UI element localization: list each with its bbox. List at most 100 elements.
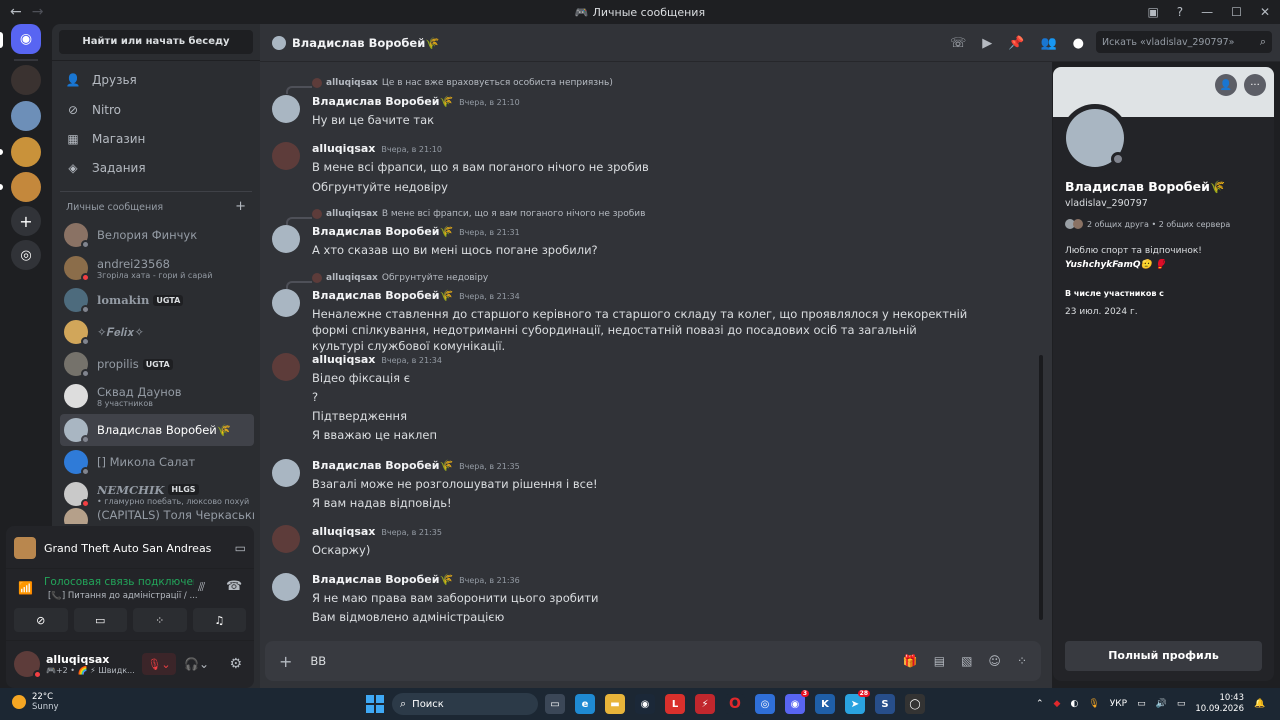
apps-icon[interactable]: ⁘ <box>1017 654 1027 668</box>
message-input[interactable]: ВВ <box>310 654 326 668</box>
avatar[interactable] <box>272 353 300 381</box>
add-friends-icon[interactable]: 👥 <box>1040 36 1056 51</box>
server-icon-3[interactable] <box>11 137 41 167</box>
tray-app-icon[interactable]: ◐ <box>1070 699 1078 709</box>
chat-scrollbar[interactable] <box>1039 355 1043 620</box>
avatar[interactable] <box>272 573 300 601</box>
mute-button[interactable]: 🎙⌄ <box>142 653 176 675</box>
help-icon[interactable]: ? <box>1177 5 1183 19</box>
recipient-name[interactable]: Владислав Воробей🌾 <box>292 36 440 50</box>
edge-icon[interactable]: e <box>575 694 595 714</box>
pin-icon[interactable]: 📌 <box>1008 36 1024 51</box>
server-icon-2[interactable] <box>11 101 41 131</box>
app-l-icon[interactable]: L <box>665 694 685 714</box>
discord-taskbar-icon[interactable]: ◉ 3 <box>785 690 809 714</box>
search-box[interactable]: Искать «vladislav_290797» ⌕ <box>1096 31 1272 53</box>
create-dm-icon[interactable]: + <box>235 200 246 213</box>
disconnect-icon[interactable]: ☎ <box>226 579 242 594</box>
minimize-button[interactable]: — <box>1201 5 1213 19</box>
nav-friends[interactable]: 👤 Друзья <box>60 66 252 94</box>
opera-icon[interactable]: O <box>725 694 745 714</box>
upload-icon[interactable]: + <box>279 652 292 671</box>
video-call-icon[interactable]: ▶ <box>982 36 992 51</box>
battery-icon[interactable]: ▭ <box>1177 699 1186 709</box>
gif-icon[interactable]: ▤ <box>934 654 945 668</box>
task-view-icon[interactable]: ▭ <box>545 694 565 714</box>
reply-preview[interactable]: alluqiqsax Це в нас вже враховується особ… <box>312 78 613 88</box>
screen-share-icon[interactable]: ▭ <box>235 541 246 555</box>
voice-channel[interactable]: [📞] Питання до адміністрації / ... <box>48 591 198 601</box>
avatar[interactable] <box>272 459 300 487</box>
dm-item[interactable]: ✧𝑭𝒆𝒍𝒊𝒙✧ <box>60 316 254 348</box>
back-arrow-icon[interactable]: ← <box>10 4 22 20</box>
dm-item[interactable]: [] Микола Салат <box>60 446 254 478</box>
settings-icon[interactable]: ⚙ <box>229 656 242 672</box>
avatar[interactable] <box>272 95 300 123</box>
add-server-icon[interactable]: + <box>11 206 41 236</box>
nav-shop[interactable]: ▦ Магазин <box>60 125 252 153</box>
more-options-icon[interactable]: ··· <box>1244 74 1266 96</box>
voice-status[interactable]: Голосовая связь подключена <box>44 576 194 588</box>
full-profile-button[interactable]: Полный профиль <box>1065 641 1262 671</box>
start-icon[interactable] <box>366 695 384 713</box>
camera-off-button[interactable]: ⊘ <box>14 608 68 632</box>
reply-preview[interactable]: alluqiqsax В мене всі фрапси, що я вам по… <box>312 209 645 219</box>
app-circle-icon[interactable]: ◎ <box>755 694 775 714</box>
find-conversation-button[interactable]: Найти или начать беседу <box>59 30 253 54</box>
app-bolt-icon[interactable]: ⚡ <box>695 694 715 714</box>
volume-icon[interactable]: 🔊 <box>1156 699 1167 709</box>
activities-button[interactable]: ⁘ <box>133 608 187 632</box>
sticker-icon[interactable]: ▧ <box>961 654 972 668</box>
search-input[interactable]: Искать «vladislav_290797» <box>1102 37 1234 48</box>
taskbar-search[interactable]: ⌕ Поиск <box>392 693 538 715</box>
user-profile-icon[interactable]: ● <box>1073 36 1084 51</box>
avatar[interactable] <box>272 289 300 317</box>
avatar[interactable] <box>272 142 300 170</box>
share-screen-button[interactable]: ▭ <box>73 608 127 632</box>
soundboard-button[interactable]: ♫ <box>192 608 246 632</box>
dm-item[interactable]: lomakin UGTA <box>60 284 254 316</box>
game-activity[interactable]: Grand Theft Auto San Andreas ▭ <box>14 532 246 564</box>
language-indicator[interactable]: УКР <box>1110 699 1127 709</box>
deafen-button[interactable]: 🎧⌄ <box>184 657 209 671</box>
avatar[interactable] <box>272 525 300 553</box>
emoji-icon[interactable]: ☺ <box>988 654 1001 668</box>
gift-icon[interactable]: 🎁 <box>903 654 918 668</box>
steam-icon[interactable]: ◉ <box>635 694 655 714</box>
tray-app-icon[interactable]: ◆ <box>1054 699 1061 709</box>
mutuals[interactable]: 2 общих друга • 2 общих сервера <box>1065 219 1230 229</box>
weather-widget[interactable]: 22°C Sunny <box>12 692 59 712</box>
server-icon-1[interactable] <box>11 65 41 95</box>
dm-item[interactable]: Сквад Даунов 8 участников <box>60 380 254 412</box>
profile-avatar[interactable] <box>1061 104 1129 172</box>
reply-preview[interactable]: alluqiqsax Обгрунтуйте недовіру <box>312 273 488 283</box>
dm-item[interactable]: propilis UGTA <box>60 348 254 380</box>
nav-nitro[interactable]: ⊘ Nitro <box>60 96 252 124</box>
add-friend-icon[interactable]: 👤 <box>1215 74 1237 96</box>
microphone-icon[interactable]: 🎙 <box>1088 699 1099 709</box>
avatar[interactable] <box>272 225 300 253</box>
dm-item[interactable]: Велория Финчук <box>60 219 254 251</box>
call-icon[interactable]: ☏ <box>950 36 966 51</box>
file-explorer-icon[interactable]: ▬ <box>605 694 625 714</box>
forward-arrow-icon[interactable]: → <box>32 4 44 20</box>
dm-item-active[interactable]: Владислав Воробей🌾 <box>60 414 254 446</box>
close-button[interactable]: ✕ <box>1260 5 1270 19</box>
clock[interactable]: 10:43 10.09.2026 <box>1195 693 1244 715</box>
discord-home-icon[interactable]: ◉ <box>11 24 41 54</box>
notifications-icon[interactable]: 🔔 <box>1254 699 1265 709</box>
chevron-up-icon[interactable]: ⌃ <box>1036 699 1044 709</box>
app-s-icon[interactable]: S <box>875 694 895 714</box>
github-icon[interactable]: ◯ <box>905 694 925 714</box>
avatar[interactable] <box>14 651 42 679</box>
dm-item[interactable]: (CAPITALS) Толя Черкаський <box>60 508 254 524</box>
noise-suppression-icon[interactable]: ⫻ <box>198 580 205 595</box>
maximize-button[interactable]: ☐ <box>1231 5 1242 19</box>
dm-item[interactable]: NEMCHIK HLGS • гламурно поебать, люксово п… <box>60 478 254 510</box>
app-k-icon[interactable]: K <box>815 694 835 714</box>
server-icon-4[interactable] <box>11 172 41 202</box>
inbox-icon[interactable]: ▣ <box>1147 5 1158 19</box>
nav-quests[interactable]: ◈ Задания <box>60 154 252 182</box>
telegram-icon[interactable]: ➤ 28 <box>845 690 870 714</box>
network-icon[interactable]: ▭ <box>1137 699 1146 709</box>
